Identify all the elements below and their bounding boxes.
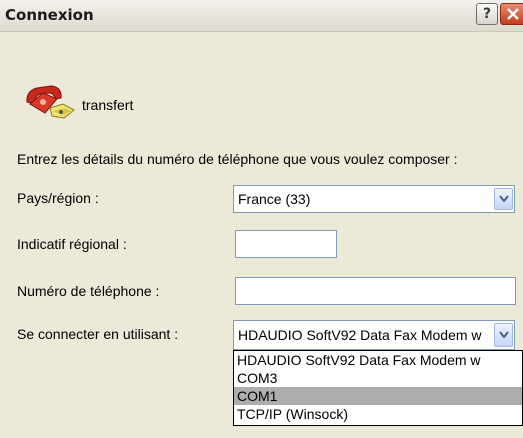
connect-using-dropdown-button[interactable] <box>494 323 513 347</box>
option-com3[interactable]: COM3 <box>234 369 522 387</box>
connect-using-select[interactable]: HDAUDIO SoftV92 Data Fax Modem w <box>233 320 515 350</box>
connect-using-dropdown-list[interactable]: HDAUDIO SoftV92 Data Fax Modem w COM3 CO… <box>233 350 523 426</box>
country-value: France (33) <box>238 191 311 207</box>
option-tcpip[interactable]: TCP/IP (Winsock) <box>234 405 522 423</box>
option-com1[interactable]: COM1 <box>234 387 522 405</box>
close-button[interactable] <box>500 3 523 25</box>
area-code-label: Indicatif régional : <box>17 236 127 252</box>
chevron-down-icon <box>498 331 509 339</box>
country-label: Pays/région : <box>17 190 99 206</box>
connect-using-value: HDAUDIO SoftV92 Data Fax Modem w <box>238 327 482 343</box>
chevron-down-icon <box>498 195 509 203</box>
help-button[interactable]: ? <box>476 3 498 25</box>
connect-using-label: Se connecter en utilisant : <box>17 326 179 342</box>
close-x-icon <box>507 8 519 20</box>
title-bar[interactable]: Connexion ? <box>0 0 523 32</box>
area-code-input[interactable] <box>235 230 337 258</box>
phone-input[interactable] <box>235 277 516 305</box>
window-title: Connexion <box>5 6 94 24</box>
country-select[interactable]: France (33) <box>233 185 515 213</box>
phone-label: Numéro de téléphone : <box>17 283 160 299</box>
question-mark-icon: ? <box>482 6 492 22</box>
entry-name: transfert <box>82 97 134 113</box>
country-dropdown-button[interactable] <box>494 188 513 210</box>
instructions-text: Entrez les détails du numéro de téléphon… <box>17 151 458 167</box>
option-hdaudio[interactable]: HDAUDIO SoftV92 Data Fax Modem w <box>234 351 522 369</box>
telephone-icon <box>26 85 75 119</box>
